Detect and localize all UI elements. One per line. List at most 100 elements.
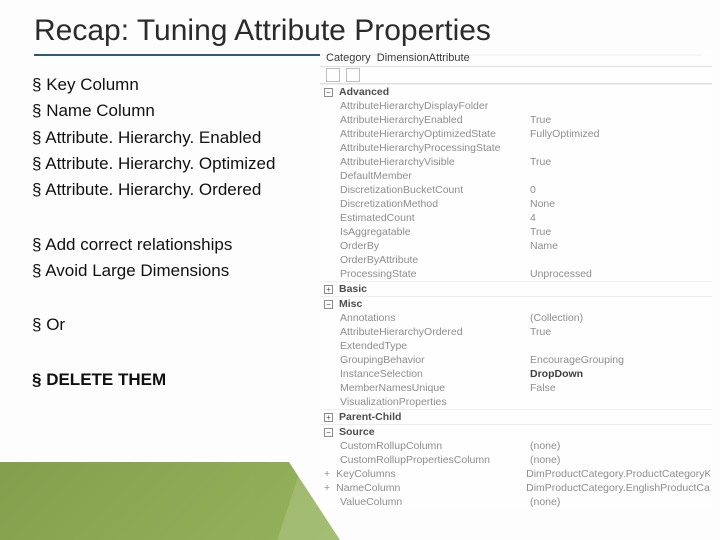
property-group[interactable]: + Basic (320, 281, 712, 296)
property-row[interactable]: VisualizationProperties (320, 395, 712, 409)
group-label: Advanced (339, 86, 389, 98)
property-key: AttributeHierarchyEnabled (340, 113, 530, 127)
property-row[interactable]: ExtendedType (320, 339, 712, 353)
property-value[interactable]: (none) (530, 495, 710, 509)
expand-icon[interactable]: + (324, 413, 333, 422)
property-group[interactable]: −Advanced (320, 84, 712, 99)
property-row[interactable]: OrderByAttribute (320, 253, 712, 267)
property-group[interactable]: −Source (320, 424, 712, 439)
property-group[interactable]: −Misc (320, 296, 712, 311)
property-row[interactable]: ProcessingStateUnprocessed (320, 267, 712, 281)
property-key: ExtendedType (340, 339, 530, 353)
property-row[interactable]: DefaultMember (320, 169, 712, 183)
property-row[interactable]: Annotations(Collection) (320, 311, 712, 325)
property-key: VisualizationProperties (340, 395, 530, 409)
property-row[interactable]: AttributeHierarchyProcessingState (320, 141, 712, 155)
property-key: DefaultMember (340, 169, 530, 183)
property-key: IsAggregatable (340, 225, 530, 239)
property-row[interactable]: OrderByName (320, 239, 712, 253)
group-label: Basic (339, 283, 367, 295)
collapse-icon[interactable]: − (324, 88, 333, 97)
alphabetical-icon[interactable] (346, 68, 360, 82)
property-key: EstimatedCount (340, 211, 530, 225)
property-value[interactable]: True (530, 225, 710, 239)
property-value[interactable]: 0 (530, 183, 710, 197)
property-key: KeyColumns (336, 467, 526, 481)
property-row[interactable]: + KeyColumnsDimProductCategory.ProductCat… (320, 467, 712, 481)
property-value[interactable]: True (530, 325, 710, 339)
expand-icon[interactable]: + (324, 467, 330, 481)
property-key: CustomRollupColumn (340, 439, 530, 453)
group-label: Source (339, 426, 375, 438)
property-key: OrderBy (340, 239, 530, 253)
header-value: DimensionAttribute (377, 52, 470, 64)
property-value[interactable]: EncourageGrouping (530, 353, 710, 367)
property-key: ProcessingState (340, 267, 530, 281)
list-item: Attribute. Hierarchy. Ordered (32, 177, 322, 203)
bullet-group-1: Key Column Name Column Attribute. Hierar… (32, 72, 322, 204)
property-value[interactable]: DropDown (530, 367, 710, 381)
property-key: AttributeHierarchyVisible (340, 155, 530, 169)
property-row[interactable]: MemberNamesUniqueFalse (320, 381, 712, 395)
property-row[interactable]: DiscretizationBucketCount0 (320, 183, 712, 197)
expand-icon[interactable]: + (324, 481, 330, 495)
property-row[interactable]: EstimatedCount4 (320, 211, 712, 225)
list-item: Add correct relationships (32, 232, 322, 258)
property-row[interactable]: IsAggregatableTrue (320, 225, 712, 239)
header-label: Category (326, 52, 371, 64)
property-key: Annotations (340, 311, 530, 325)
collapse-icon[interactable]: − (324, 300, 333, 309)
property-row[interactable]: InstanceSelectionDropDown (320, 367, 712, 381)
property-key: NameColumn (336, 481, 526, 495)
property-value[interactable]: (none) (530, 453, 710, 467)
property-row[interactable]: DiscretizationMethodNone (320, 197, 712, 211)
property-key: AttributeHierarchyOptimizedState (340, 127, 530, 141)
property-row[interactable]: AttributeHierarchyOrderedTrue (320, 325, 712, 339)
bullet-content: Key Column Name Column Attribute. Hierar… (32, 72, 322, 421)
property-value[interactable]: 4 (530, 211, 710, 225)
property-row[interactable]: GroupingBehaviorEncourageGrouping (320, 353, 712, 367)
property-value[interactable]: DimProductCategory.EnglishProductCategor… (526, 481, 710, 495)
property-row[interactable]: CustomRollupPropertiesColumn(none) (320, 453, 712, 467)
property-value[interactable]: Unprocessed (530, 267, 710, 281)
list-item: Or (32, 312, 322, 338)
bullet-group-4: DELETE THEM (32, 367, 322, 393)
property-key: AttributeHierarchyProcessingState (340, 141, 530, 155)
property-value[interactable]: FullyOptimized (530, 127, 710, 141)
bullet-group-2: Add correct relationships Avoid Large Di… (32, 232, 322, 285)
list-item: Attribute. Hierarchy. Enabled (32, 125, 322, 151)
collapse-icon[interactable]: − (324, 428, 333, 437)
property-row[interactable]: AttributeHierarchyEnabledTrue (320, 113, 712, 127)
properties-toolbar[interactable] (320, 66, 712, 84)
property-value[interactable]: (Collection) (530, 311, 710, 325)
property-value[interactable]: True (530, 155, 710, 169)
property-value[interactable]: (none) (530, 439, 710, 453)
properties-header: Category DimensionAttribute (320, 50, 712, 66)
group-label: Misc (339, 298, 362, 310)
bullet-group-3: Or (32, 312, 322, 338)
property-key: AttributeHierarchyDisplayFolder (340, 99, 530, 113)
property-value[interactable]: DimProductCategory.ProductCategoryKey (I… (526, 467, 710, 481)
property-row[interactable]: CustomRollupColumn(none) (320, 439, 712, 453)
property-row[interactable]: ValueColumn(none) (320, 495, 712, 509)
property-value[interactable]: True (530, 113, 710, 127)
property-key: AttributeHierarchyOrdered (340, 325, 530, 339)
property-key: OrderByAttribute (340, 253, 530, 267)
footer-graphic (0, 462, 340, 540)
property-key: DiscretizationMethod (340, 197, 530, 211)
properties-panel: Category DimensionAttribute −AdvancedAtt… (320, 50, 712, 509)
property-row[interactable]: AttributeHierarchyVisibleTrue (320, 155, 712, 169)
property-row[interactable]: AttributeHierarchyDisplayFolder (320, 99, 712, 113)
property-key: GroupingBehavior (340, 353, 530, 367)
property-row[interactable]: + NameColumnDimProductCategory.EnglishPro… (320, 481, 712, 495)
property-key: DiscretizationBucketCount (340, 183, 530, 197)
property-value[interactable]: Name (530, 239, 710, 253)
categorized-icon[interactable] (326, 68, 340, 82)
group-label: Parent-Child (339, 411, 401, 423)
property-row[interactable]: AttributeHierarchyOptimizedStateFullyOpt… (320, 127, 712, 141)
property-key: MemberNamesUnique (340, 381, 530, 395)
property-value[interactable]: None (530, 197, 710, 211)
property-group[interactable]: + Parent-Child (320, 409, 712, 424)
property-value[interactable]: False (530, 381, 710, 395)
expand-icon[interactable]: + (324, 285, 333, 294)
